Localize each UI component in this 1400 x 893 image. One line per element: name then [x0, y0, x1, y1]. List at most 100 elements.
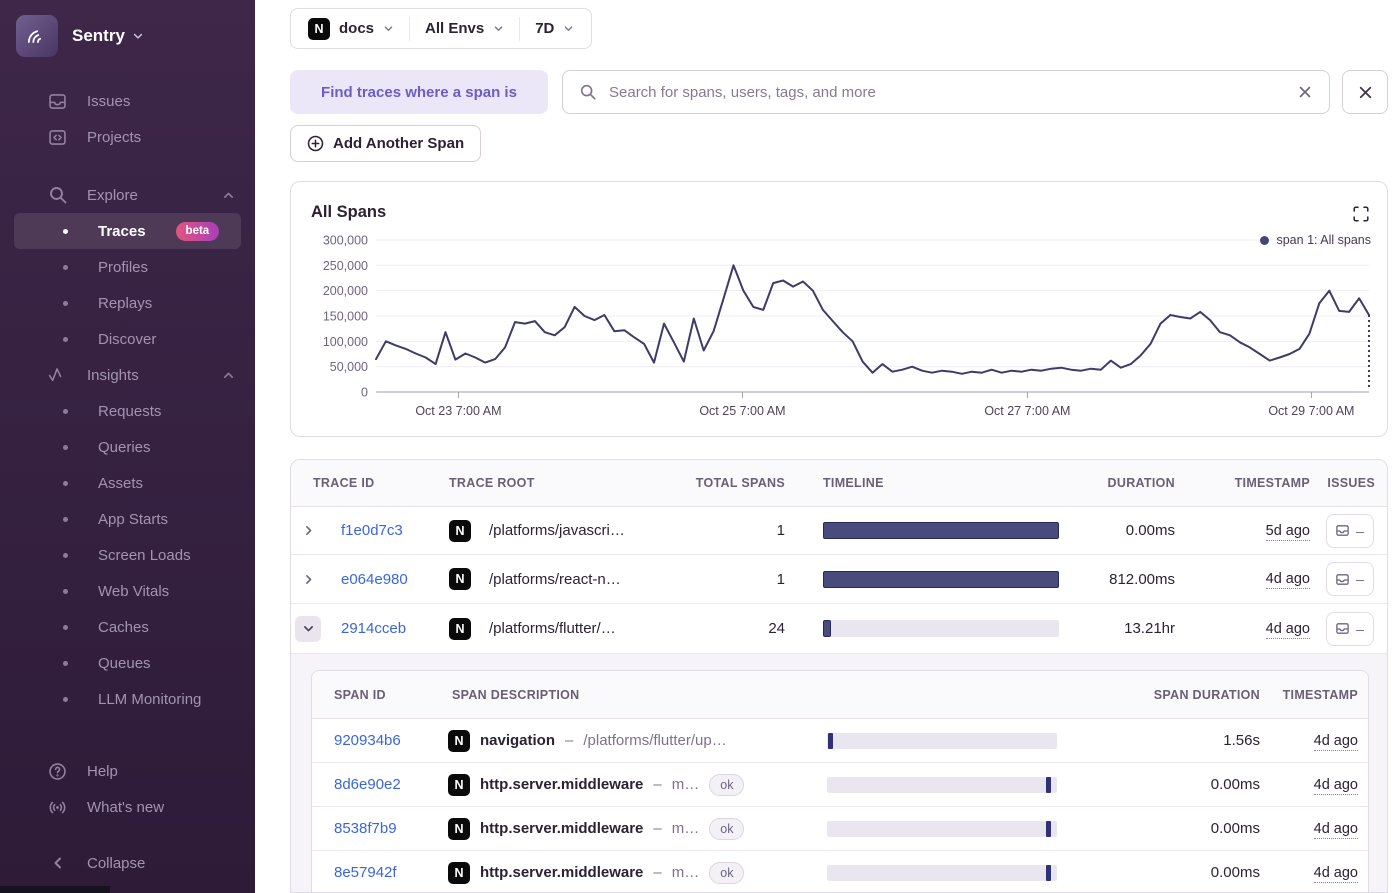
- all-spans-chart-card: 300,000 250,000 200,000 150,000 100,000 50,00…: [290, 181, 1388, 437]
- expand-trace-button[interactable]: [291, 524, 325, 537]
- date-range-selector[interactable]: 7D: [520, 9, 589, 48]
- sidebar-item-queues[interactable]: Queues: [14, 645, 241, 681]
- org-switcher[interactable]: Sentry: [16, 14, 255, 58]
- sidebar-item-label: App Starts: [98, 510, 169, 528]
- span-id-link[interactable]: 920934b6: [334, 732, 401, 749]
- span-op: http.server.middleware: [480, 820, 644, 837]
- timestamp-value[interactable]: 4d ago: [1313, 776, 1358, 795]
- timestamp-value[interactable]: 4d ago: [1313, 732, 1358, 751]
- project-selector[interactable]: N docs: [293, 9, 409, 48]
- timestamp-value[interactable]: 5d ago: [1265, 522, 1310, 541]
- bullet-icon: [63, 552, 68, 558]
- col-duration: DURATION: [1107, 476, 1175, 490]
- sidebar-footer: Help What's new Collapse: [0, 753, 255, 881]
- fullscreen-icon[interactable]: [1353, 206, 1369, 222]
- issues-icon: [1336, 623, 1349, 634]
- sidebar-item-app-starts[interactable]: App Starts: [14, 501, 241, 537]
- issues-count-button[interactable]: –: [1325, 513, 1374, 548]
- pulse-icon: [47, 365, 68, 386]
- sidebar-item-projects[interactable]: Projects: [0, 119, 255, 155]
- sidebar-item-queries[interactable]: Queries: [14, 429, 241, 465]
- sidebar-item-caches[interactable]: Caches: [14, 609, 241, 645]
- issues-count-button[interactable]: –: [1325, 562, 1374, 596]
- nextjs-icon: N: [448, 817, 470, 840]
- bullet-icon: [63, 408, 68, 414]
- separator: –: [565, 732, 574, 749]
- sidebar-item-label: Assets: [98, 474, 144, 492]
- chevron-down-icon: [493, 23, 504, 34]
- sidebar-collapse-button[interactable]: Collapse: [0, 845, 255, 881]
- sidebar-item-screen-loads[interactable]: Screen Loads: [14, 537, 241, 573]
- sidebar-section-insights[interactable]: Insights: [0, 357, 255, 393]
- timestamp-value[interactable]: 4d ago: [1265, 571, 1310, 589]
- sidebar-section-explore[interactable]: Explore: [0, 177, 255, 213]
- spans-table: SPAN ID SPAN DESCRIPTION SPAN DURATION T…: [311, 670, 1369, 892]
- timeline-bar: [823, 570, 1059, 588]
- duration-value: 0.00ms: [1125, 522, 1175, 539]
- span-op: http.server.middleware: [480, 776, 644, 793]
- svg-text:150,000: 150,000: [323, 310, 368, 324]
- span-id-link[interactable]: 8e57942f: [334, 864, 397, 881]
- clear-search-icon[interactable]: [1297, 84, 1313, 100]
- sidebar: Sentry Issues Projects Explore Traces be…: [0, 0, 255, 893]
- spans-line-chart: 300,000 250,000 200,000 150,000 100,000 50,00…: [323, 234, 1370, 418]
- add-another-span-button[interactable]: Add Another Span: [290, 125, 482, 162]
- span-row: 8538f7b9 N http.server.middleware – m… o…: [312, 807, 1368, 851]
- trace-id-link[interactable]: f1e0d7c3: [341, 522, 403, 539]
- remove-span-row-button[interactable]: [1342, 70, 1388, 114]
- legend-dot-icon: [1260, 235, 1270, 245]
- legend-label: span 1: All spans: [1276, 233, 1371, 247]
- timestamp-value[interactable]: 4d ago: [1313, 864, 1358, 883]
- separator: –: [653, 776, 662, 793]
- duration-value: 812.00ms: [1109, 570, 1175, 588]
- sidebar-item-web-vitals[interactable]: Web Vitals: [14, 573, 241, 609]
- chevron-down-icon: [563, 23, 574, 34]
- bullet-icon: [63, 444, 68, 450]
- trace-id-link[interactable]: 2914cceb: [341, 620, 406, 637]
- span-duration-value: 0.00ms: [1210, 864, 1260, 881]
- bullet-icon: [63, 696, 68, 702]
- issues-count: –: [1356, 620, 1364, 637]
- issues-icon: [1336, 573, 1349, 585]
- projects-icon: [47, 127, 68, 148]
- span-filter-label: Find traces where a span is: [290, 70, 548, 114]
- timestamp-value[interactable]: 4d ago: [1265, 620, 1310, 639]
- issues-icon: [47, 91, 68, 112]
- sidebar-item-whats-new[interactable]: What's new: [0, 789, 255, 825]
- sidebar-item-label: Requests: [98, 402, 162, 420]
- nextjs-icon: N: [449, 519, 471, 542]
- span-id-link[interactable]: 8d6e90e2: [334, 776, 401, 793]
- total-spans-value: 1: [776, 570, 785, 588]
- sidebar-item-issues[interactable]: Issues: [0, 83, 255, 119]
- sidebar-item-label: Caches: [98, 618, 149, 636]
- col-timestamp: TIMESTAMP: [1234, 476, 1310, 490]
- sidebar-item-label: Replays: [98, 294, 153, 312]
- sidebar-item-label: Issues: [87, 92, 131, 110]
- chevron-left-icon: [47, 853, 68, 874]
- span-duration-value: 0.00ms: [1210, 776, 1260, 793]
- issues-count-button[interactable]: –: [1325, 611, 1374, 646]
- span-id-link[interactable]: 8538f7b9: [334, 820, 397, 837]
- span-duration-value: 0.00ms: [1210, 820, 1260, 837]
- expand-trace-button[interactable]: [291, 573, 325, 586]
- sidebar-item-llm-monitoring[interactable]: LLM Monitoring: [14, 681, 241, 717]
- sidebar-item-requests[interactable]: Requests: [14, 393, 241, 429]
- sidebar-item-label: LLM Monitoring: [98, 690, 202, 708]
- project-selector-label: docs: [339, 20, 375, 37]
- sidebar-item-discover[interactable]: Discover: [14, 321, 241, 357]
- sidebar-item-traces[interactable]: Traces beta: [14, 213, 241, 249]
- svg-text:0: 0: [361, 386, 368, 400]
- timestamp-value[interactable]: 4d ago: [1313, 820, 1358, 839]
- collapse-trace-button[interactable]: [295, 615, 321, 642]
- nextjs-icon: N: [448, 773, 470, 796]
- sidebar-item-help[interactable]: Help: [0, 753, 255, 789]
- nextjs-icon: N: [449, 568, 471, 590]
- trace-id-link[interactable]: e064e980: [341, 571, 408, 588]
- span-row: 8e57942f N http.server.middleware – m… o…: [312, 851, 1368, 892]
- sidebar-item-assets[interactable]: Assets: [14, 465, 241, 501]
- span-search-input[interactable]: [609, 83, 1285, 101]
- environment-selector[interactable]: All Envs: [410, 9, 519, 48]
- sidebar-item-replays[interactable]: Replays: [14, 285, 241, 321]
- sidebar-item-profiles[interactable]: Profiles: [14, 249, 241, 285]
- spans-table-header: SPAN ID SPAN DESCRIPTION SPAN DURATION T…: [312, 671, 1368, 719]
